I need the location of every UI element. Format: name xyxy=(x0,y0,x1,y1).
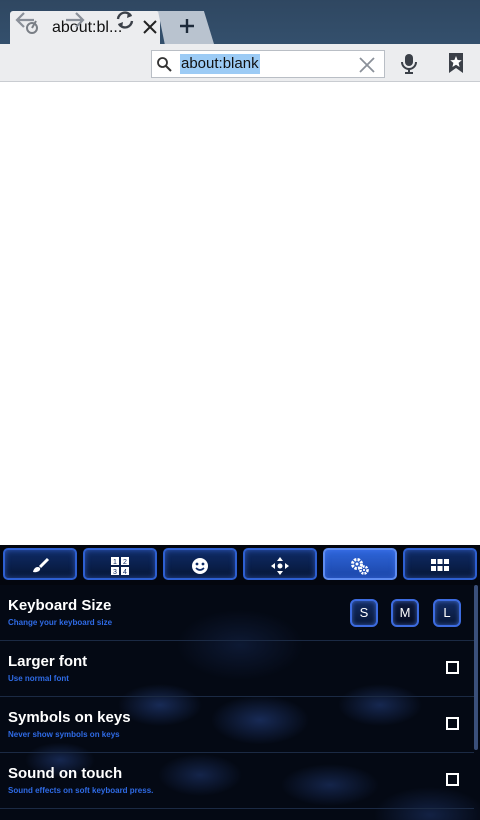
setting-title: Sound on touch xyxy=(8,765,123,782)
kbd-tab-apps[interactable] xyxy=(403,548,477,580)
kbd-tab-emoji[interactable] xyxy=(163,548,237,580)
bookmark-star-icon[interactable] xyxy=(445,52,467,74)
emoji-icon xyxy=(192,558,208,574)
setting-sound-on-touch[interactable]: Sound on touch Sound effects on soft key… xyxy=(0,753,474,809)
kbd-tab-numpad[interactable]: 1 2 3 4 xyxy=(83,548,157,580)
svg-text:2: 2 xyxy=(123,559,127,566)
symbols-on-keys-checkbox[interactable] xyxy=(446,717,459,730)
screen: about:bl... about:blank 1 2 3 4 Keyboard… xyxy=(0,0,480,820)
setting-larger-font[interactable]: Larger font Use normal font xyxy=(0,641,474,697)
setting-symbols-on-keys[interactable]: Symbols on keys Never show symbols on ke… xyxy=(0,697,474,753)
size-large-button[interactable]: L xyxy=(433,599,461,627)
svg-text:3: 3 xyxy=(113,569,117,576)
setting-subtitle: Sound effects on soft keyboard press. xyxy=(8,786,154,795)
setting-subtitle: Change your keyboard size xyxy=(8,618,113,627)
grid-apps-icon xyxy=(431,559,449,571)
kbd-tab-settings[interactable] xyxy=(323,548,397,580)
clear-url-icon[interactable] xyxy=(358,56,376,74)
setting-title: Keyboard Size xyxy=(8,597,112,614)
larger-font-checkbox[interactable] xyxy=(446,661,459,674)
kbd-tab-cursor[interactable] xyxy=(243,548,317,580)
plus-icon[interactable] xyxy=(179,18,195,34)
forward-arrow-icon[interactable] xyxy=(64,9,86,31)
setting-title: Symbols on keys xyxy=(8,709,131,726)
reload-icon[interactable] xyxy=(114,9,136,31)
tab-title: about:bl... xyxy=(52,19,123,36)
kbd-tab-themes[interactable] xyxy=(3,548,77,580)
numpad-icon: 1 2 3 4 xyxy=(111,557,129,576)
close-tab-icon[interactable] xyxy=(142,19,158,35)
settings-gears-icon xyxy=(351,558,369,575)
search-icon xyxy=(157,57,172,72)
sound-on-touch-checkbox[interactable] xyxy=(446,773,459,786)
address-input-text[interactable]: about:blank xyxy=(180,54,260,74)
setting-subtitle: Use normal font xyxy=(8,674,69,683)
setting-title: Larger font xyxy=(8,653,88,670)
setting-subtitle: Never show symbols on keys xyxy=(8,730,120,739)
size-medium-button[interactable]: M xyxy=(391,599,419,627)
microphone-icon[interactable] xyxy=(398,52,420,74)
web-content[interactable] xyxy=(0,83,480,545)
size-small-button[interactable]: S xyxy=(350,599,378,627)
keyboard-settings-panel: 1 2 3 4 Keyboard Size Change your keyboa… xyxy=(0,545,480,820)
theme-brush-icon xyxy=(33,557,50,573)
settings-scrollbar[interactable] xyxy=(474,585,478,750)
svg-text:4: 4 xyxy=(123,569,127,576)
cursor-move-icon xyxy=(271,557,289,575)
svg-text:1: 1 xyxy=(113,559,117,566)
back-arrow-icon[interactable] xyxy=(14,9,36,31)
